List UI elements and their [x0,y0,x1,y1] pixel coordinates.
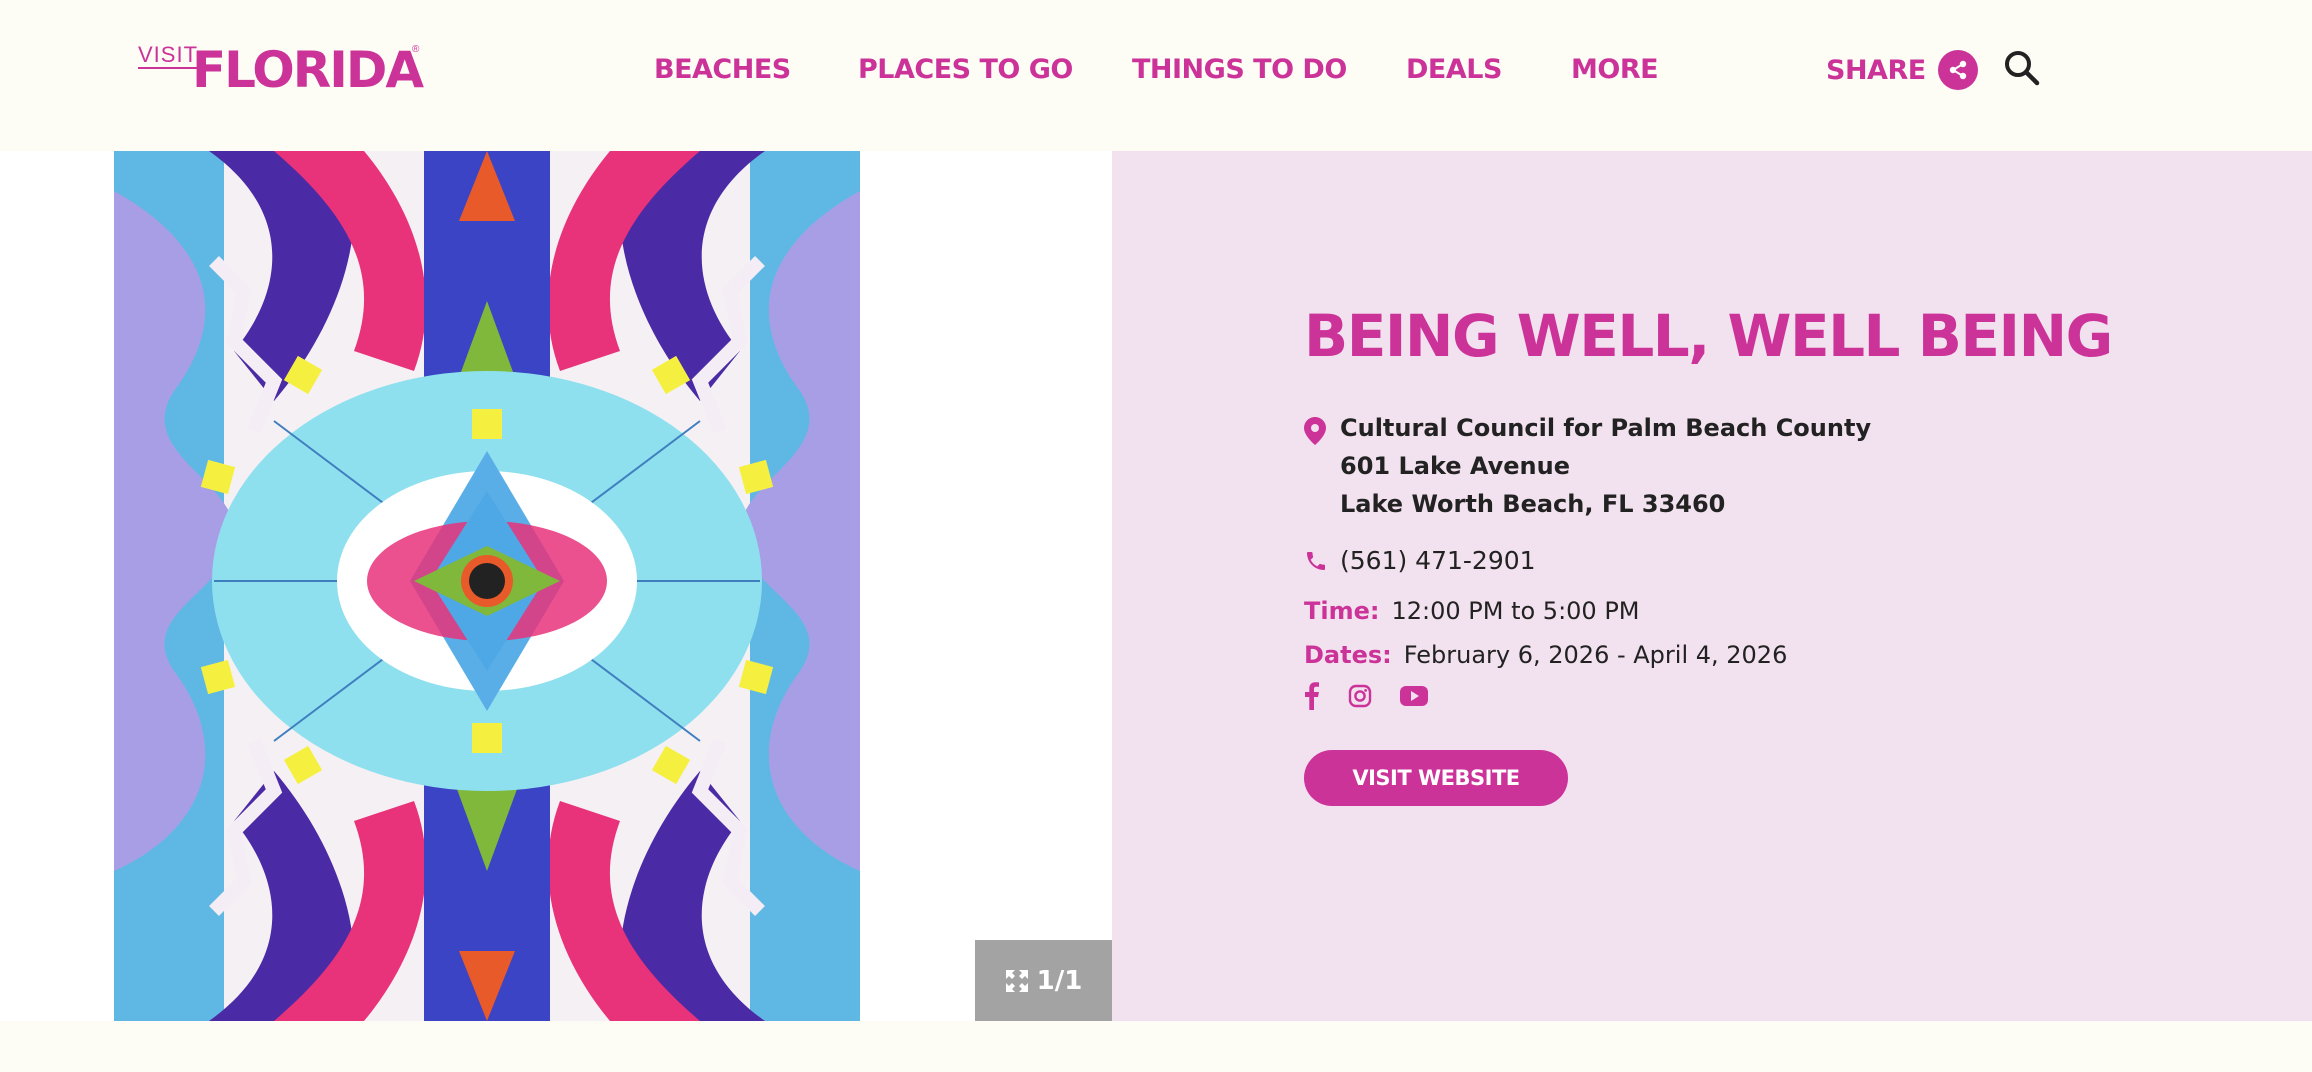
expand-icon [1005,969,1028,992]
event-dates: Dates: February 6, 2026 - April 4, 2026 [1304,640,1787,670]
dates-value: February 6, 2026 - April 4, 2026 [1403,641,1788,669]
event-phone[interactable]: (561) 471-2901 [1304,546,1536,576]
event-artwork-image[interactable] [114,151,860,1021]
youtube-icon[interactable] [1400,685,1428,707]
address-street[interactable]: 601 Lake Avenue [1340,451,1570,481]
facebook-icon[interactable] [1304,682,1320,710]
address-city[interactable]: Lake Worth Beach, FL 33460 [1340,489,1725,519]
phone-icon [1307,552,1325,570]
share-icon [1937,50,1978,90]
logo-florida-text: FLORIDA [192,41,424,99]
nav-item-more[interactable]: MORE [1571,48,1659,92]
event-title: BEING WELL, WELL BEING [1304,302,2113,370]
time-label: Time: [1304,597,1380,625]
event-time: Time: 12:00 PM to 5:00 PM [1304,596,1640,626]
logo-visit-text: VISIT [138,42,199,69]
share-button[interactable]: SHARE [1826,48,1978,92]
phone-number: (561) 471-2901 [1340,546,1536,575]
nav-item-beaches[interactable]: BEACHES [654,48,791,92]
gallery-area: 1/1 [0,151,1112,1021]
dates-label: Dates: [1304,641,1392,669]
logo-registered-mark: ® [412,44,420,55]
social-links [1304,682,1456,710]
site-header: VISIT FLORIDA ® BEACHES PLACES TO GO THI… [0,0,2312,151]
gallery-counter-text: 1/1 [1036,965,1083,996]
time-value: 12:00 PM to 5:00 PM [1391,597,1640,625]
gallery-expand-button[interactable]: 1/1 [975,940,1112,1021]
nav-item-things-to-do[interactable]: THINGS TO DO [1132,48,1347,92]
instagram-icon[interactable] [1348,684,1372,708]
nav-item-deals[interactable]: DEALS [1406,48,1502,92]
visit-website-button[interactable]: VISIT WEBSITE [1304,750,1568,806]
map-pin-icon [1304,417,1326,450]
search-icon[interactable] [2002,48,2042,88]
share-label: SHARE [1826,54,1926,86]
page-bottom-strip [0,1021,2312,1072]
address-venue[interactable]: Cultural Council for Palm Beach County [1340,413,1871,443]
nav-item-places-to-go[interactable]: PLACES TO GO [858,48,1073,92]
event-info-panel: BEING WELL, WELL BEING Cultural Council … [1112,151,2312,1021]
